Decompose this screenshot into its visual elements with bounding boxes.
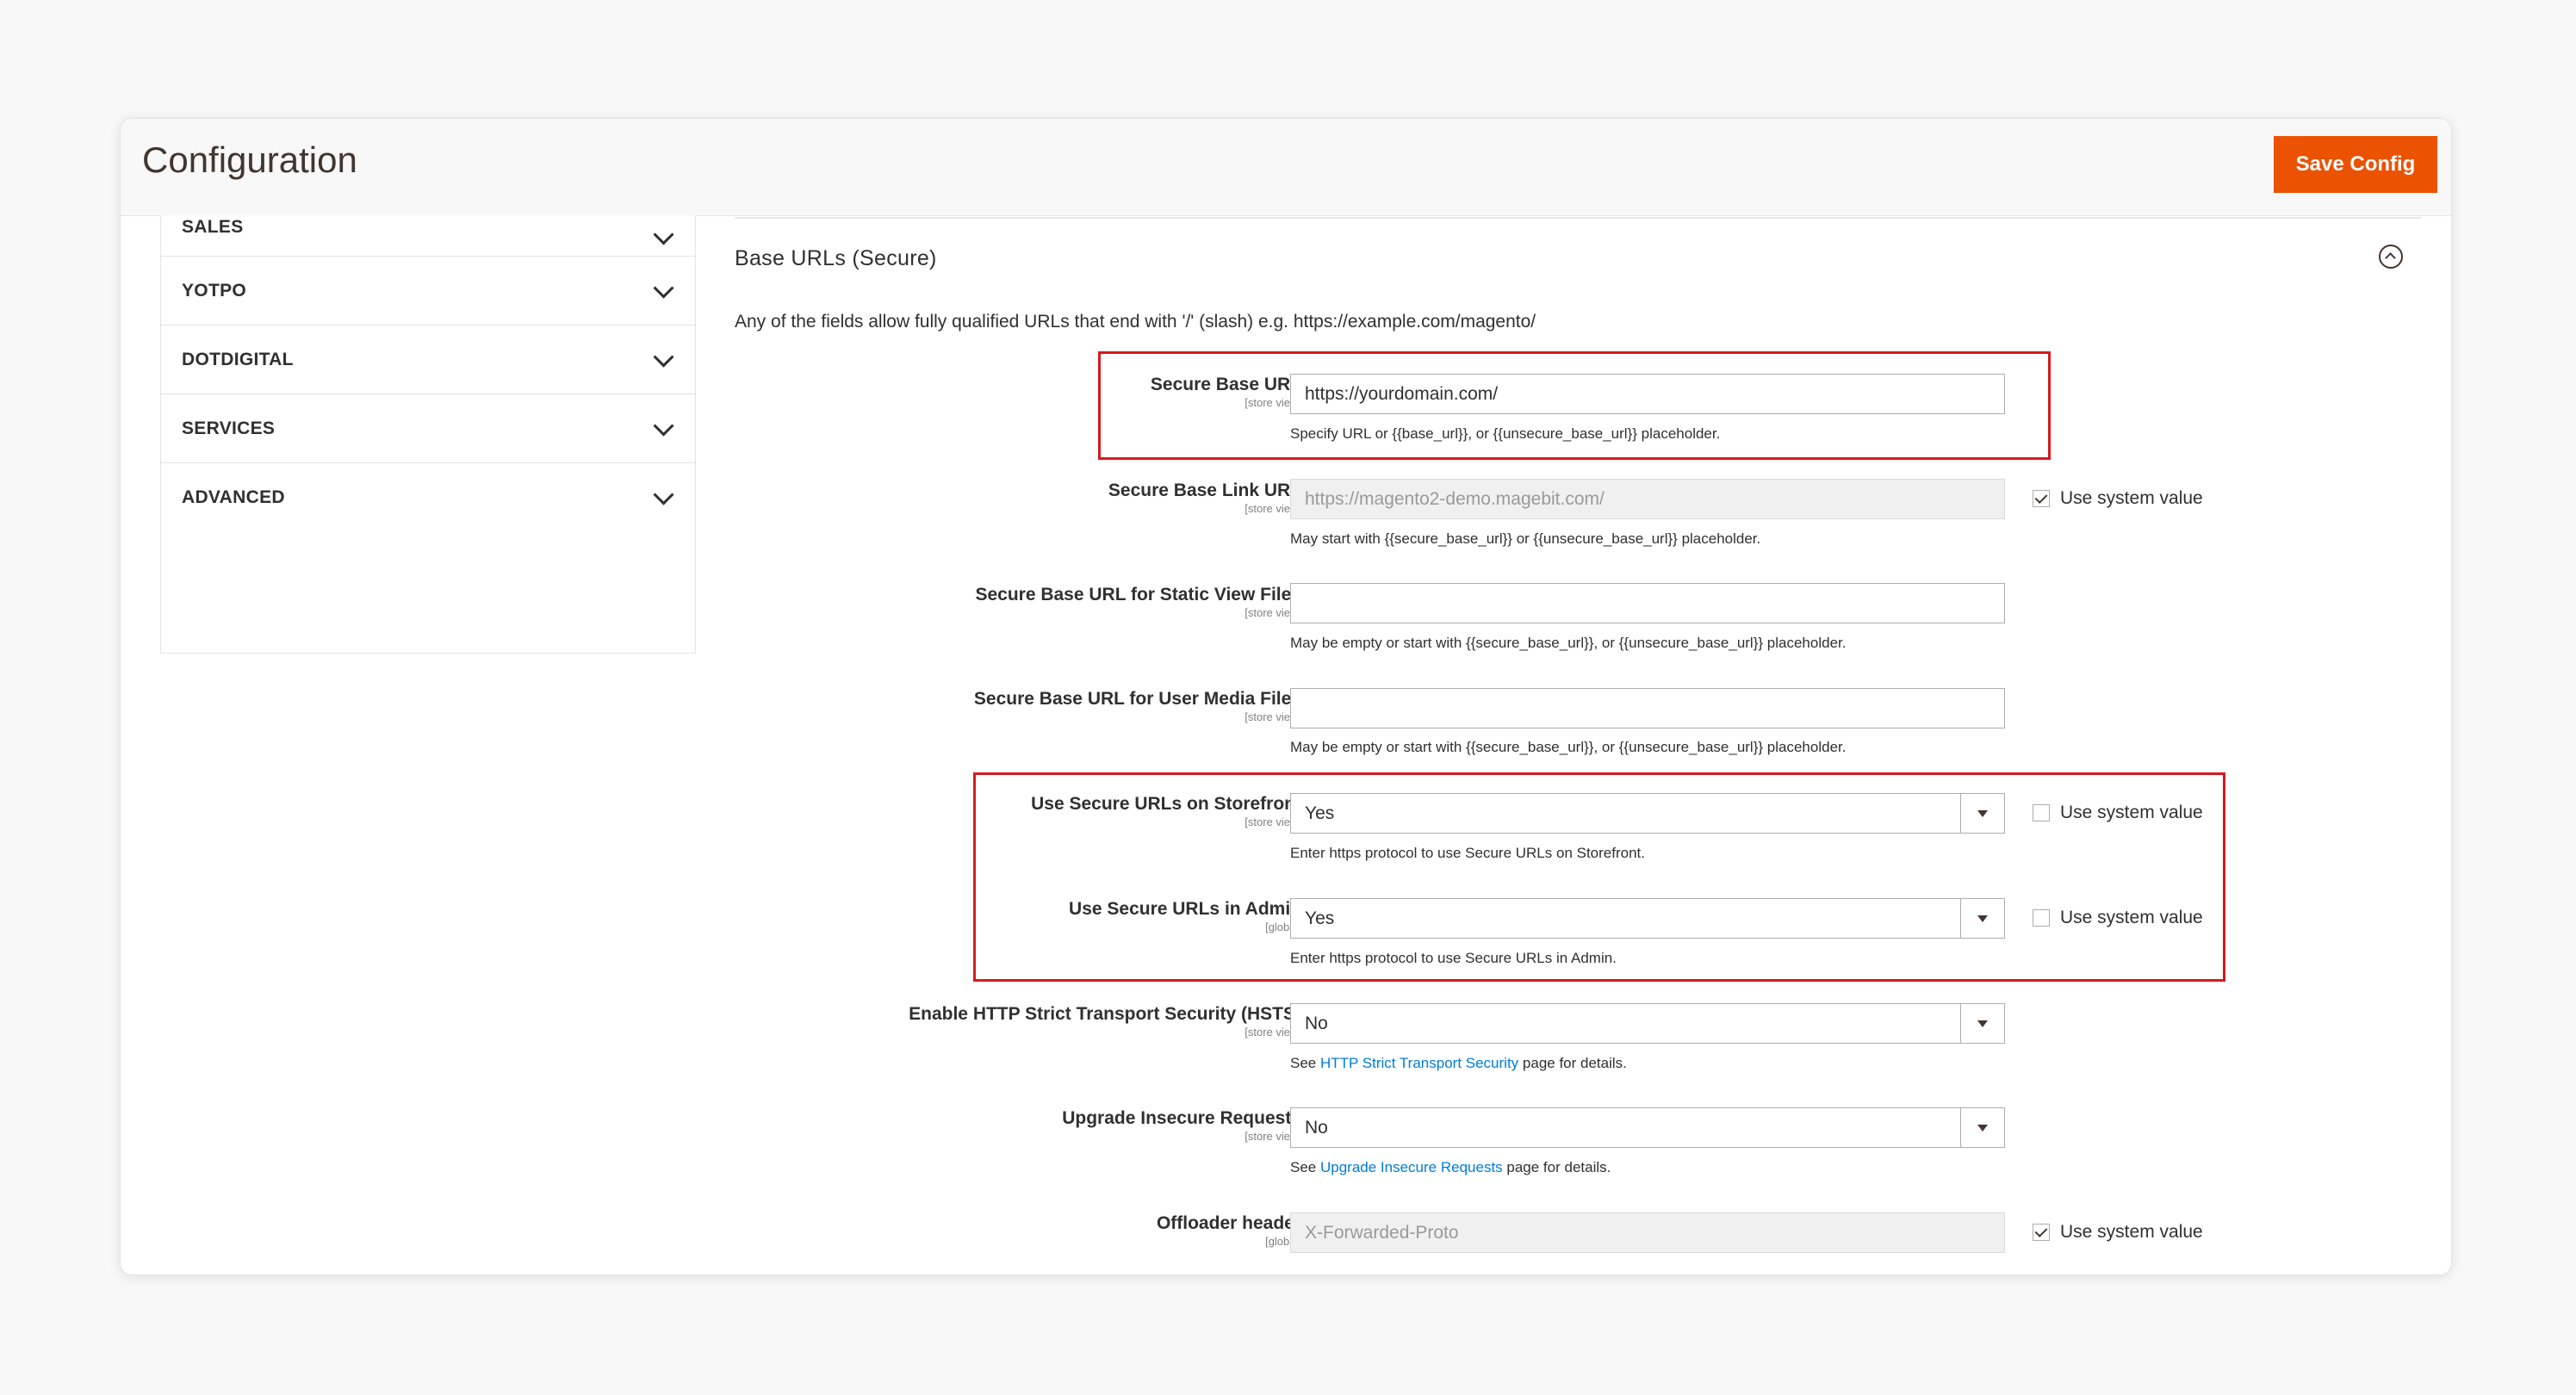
sidebar-item-label: ADVANCED (182, 487, 285, 507)
sidebar-item-services[interactable]: SERVICES (161, 394, 695, 463)
secure-base-link-url-input[interactable] (1290, 479, 2005, 519)
field-note: May start with {{secure_base_url}} or {{… (1290, 530, 1761, 547)
configuration-panel: Configuration Save Config SALES YOTPO DO… (120, 118, 2452, 1275)
use-system-value-checkbox[interactable]: Use system value (2033, 488, 2203, 509)
field-note: See Upgrade Insecure Requests page for d… (1290, 1159, 1611, 1176)
field-label-static-view-files: Secure Base URL for Static View Files (975, 585, 1301, 604)
chevron-down-icon (653, 484, 674, 505)
chevron-down-icon (653, 415, 674, 437)
offloader-header-input[interactable] (1290, 1212, 2005, 1253)
highlight-box-secure-urls (973, 772, 2225, 982)
section-divider (735, 217, 2421, 219)
chevron-down-icon (653, 224, 674, 245)
section-title[interactable]: Base URLs (Secure) (735, 246, 937, 271)
select-value: No (1305, 1013, 1328, 1033)
sidebar-item-label: YOTPO (182, 280, 247, 301)
static-view-files-url-input[interactable] (1290, 583, 2005, 623)
field-label-secure-base-link-url: Secure Base Link URL (1108, 480, 1301, 500)
field-note: See HTTP Strict Transport Security page … (1290, 1055, 1627, 1072)
field-label-upgrade-insecure: Upgrade Insecure Requests (1062, 1108, 1301, 1128)
sidebar-item-dotdigital[interactable]: DOTDIGITAL (161, 326, 695, 394)
hsts-select[interactable]: No (1290, 1003, 2005, 1044)
field-label-hsts: Enable HTTP Strict Transport Security (H… (909, 1004, 1301, 1024)
sidebar-item-label: DOTDIGITAL (182, 349, 294, 369)
field-label-offloader-header: Offloader header (1156, 1213, 1301, 1233)
page-title: Configuration (142, 140, 357, 180)
checkbox-checked-icon[interactable] (2033, 490, 2050, 507)
upgrade-insecure-select[interactable]: No (1290, 1107, 2005, 1148)
sidebar-item-label: SERVICES (182, 418, 276, 438)
select-value: No (1305, 1117, 1328, 1138)
use-system-value-label: Use system value (2060, 1222, 2203, 1242)
highlight-box-secure-base-url (1098, 351, 2051, 460)
user-media-files-url-input[interactable] (1290, 688, 2005, 728)
sidebar-item-label: SALES (182, 217, 244, 237)
sidebar-item-yotpo[interactable]: YOTPO (161, 257, 695, 326)
note-prefix: See (1290, 1159, 1320, 1175)
collapse-chevron-up-icon[interactable] (2379, 245, 2403, 269)
field-note: May be empty or start with {{secure_base… (1290, 739, 1847, 755)
note-suffix: page for details. (1518, 1055, 1627, 1071)
upgrade-insecure-link[interactable]: Upgrade Insecure Requests (1320, 1159, 1503, 1175)
checkbox-checked-icon[interactable] (2033, 1224, 2050, 1241)
field-note: May be empty or start with {{secure_base… (1290, 635, 1847, 651)
sidebar-item-advanced[interactable]: ADVANCED (161, 463, 695, 532)
dropdown-arrow-icon[interactable] (1960, 1108, 2004, 1147)
chevron-down-icon (653, 277, 674, 299)
config-sidebar: SALES YOTPO DOTDIGITAL SERVICES ADVANCED (160, 215, 696, 654)
field-label-user-media-files: Secure Base URL for User Media Files (973, 689, 1301, 709)
use-system-value-label: Use system value (2060, 488, 2203, 508)
section-description: Any of the fields allow fully qualified … (735, 312, 1536, 332)
note-suffix: page for details. (1502, 1159, 1611, 1175)
save-config-button[interactable]: Save Config (2274, 136, 2437, 193)
sidebar-item-sales[interactable]: SALES (161, 215, 695, 257)
dropdown-arrow-icon[interactable] (1960, 1004, 2004, 1043)
note-prefix: See (1290, 1055, 1320, 1071)
page-header: Configuration Save Config (121, 119, 2451, 216)
use-system-value-checkbox[interactable]: Use system value (2033, 1222, 2203, 1243)
hsts-link[interactable]: HTTP Strict Transport Security (1320, 1055, 1518, 1071)
chevron-down-icon (653, 346, 674, 368)
